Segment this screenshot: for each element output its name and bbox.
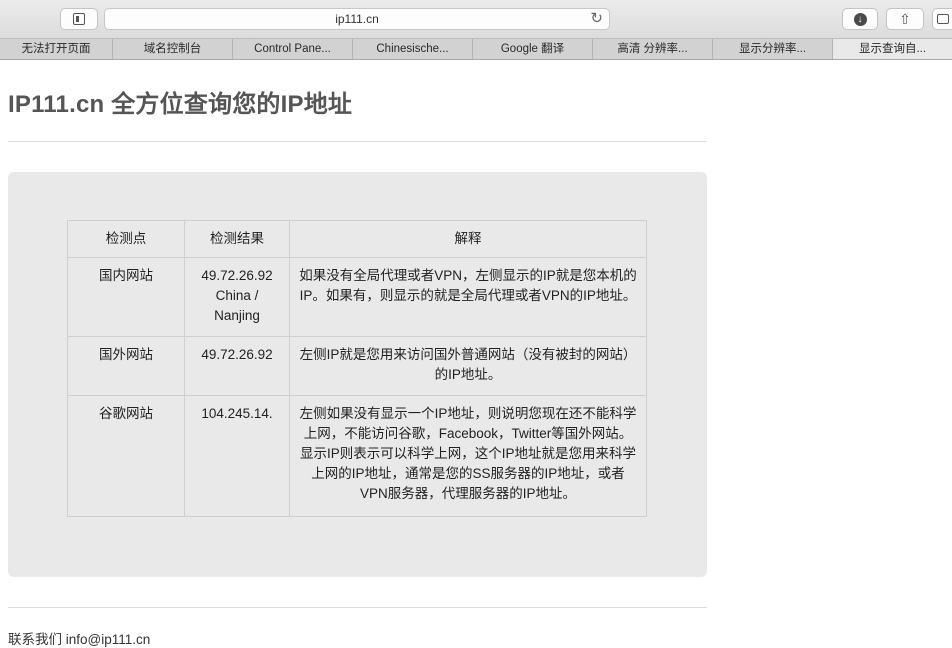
result-cell: 49.72.26.92 xyxy=(184,336,290,396)
checkpoint-cell: 谷歌网站 xyxy=(67,395,185,517)
page-title: IP111.cn 全方位查询您的IP地址 xyxy=(8,91,353,118)
address-bar[interactable]: ip111.cn ↻ xyxy=(104,8,610,30)
bookmark-item[interactable]: 显示查询自... xyxy=(833,39,952,59)
ip-address: 49.72.26.92 xyxy=(201,268,273,283)
ip-address: 104.245.14. xyxy=(201,406,273,421)
table-row: 谷歌网站 104.245.14. 左侧如果没有显示一个IP地址，则说明您现在还不… xyxy=(67,395,647,517)
show-tabs-button[interactable] xyxy=(932,8,952,30)
bookmarks-bar: 无法打开页面 域名控制台 Control Pane... Chinesische… xyxy=(0,38,952,60)
download-icon: ↓ xyxy=(853,12,867,26)
tabs-icon xyxy=(937,14,949,24)
bookmark-item[interactable]: 无法打开页面 xyxy=(0,39,113,59)
ip-results-table: 检测点 检测结果 解释 国内网站 49.72.26.92 China / Nan… xyxy=(67,220,647,517)
divider xyxy=(8,141,707,142)
table-header-row: 检测点 检测结果 解释 xyxy=(67,220,647,258)
explanation-cell: 左侧IP就是您用来访问国外普通网站（没有被封的网站）的IP地址。 xyxy=(289,336,647,396)
browser-toolbar: ip111.cn ↻ ↓ ⇧ xyxy=(0,0,952,38)
bookmark-item[interactable]: Chinesische... xyxy=(353,39,473,59)
share-icon: ⇧ xyxy=(899,10,911,27)
share-button[interactable]: ⇧ xyxy=(886,8,924,30)
checkpoint-cell: 国内网站 xyxy=(67,257,185,337)
downloads-button[interactable]: ↓ xyxy=(842,8,878,30)
sidebar-icon xyxy=(73,13,85,25)
footer-contact: 联系我们 info@ip111.cn xyxy=(8,632,151,647)
explanation-cell: 左侧如果没有显示一个IP地址，则说明您现在还不能科学上网，不能访问谷歌，Face… xyxy=(289,395,647,517)
bookmark-item[interactable]: Google 翻译 xyxy=(473,39,593,59)
bookmark-item[interactable]: 显示分辨率... xyxy=(713,39,833,59)
ip-location: China / Nanjing xyxy=(214,288,260,323)
explanation-cell: 如果没有全局代理或者VPN，左侧显示的IP就是您本机的IP。如果有，则显示的就是… xyxy=(289,257,647,337)
column-header-explanation: 解释 xyxy=(289,220,647,258)
result-cell: 104.245.14. xyxy=(184,395,290,517)
reload-icon[interactable]: ↻ xyxy=(590,10,603,28)
bookmark-item[interactable]: 高清 分辨率... xyxy=(593,39,713,59)
url-text: ip111.cn xyxy=(335,12,379,26)
column-header-result: 检测结果 xyxy=(184,220,290,258)
sidebar-toggle-button[interactable] xyxy=(60,8,98,30)
bookmark-item[interactable]: Control Pane... xyxy=(233,39,353,59)
ip-address: 49.72.26.92 xyxy=(201,347,273,362)
table-row: 国外网站 49.72.26.92 左侧IP就是您用来访问国外普通网站（没有被封的… xyxy=(67,336,647,396)
bookmark-item[interactable]: 域名控制台 xyxy=(113,39,233,59)
result-cell: 49.72.26.92 China / Nanjing xyxy=(184,257,290,337)
divider xyxy=(8,607,707,608)
checkpoint-cell: 国外网站 xyxy=(67,336,185,396)
table-row: 国内网站 49.72.26.92 China / Nanjing 如果没有全局代… xyxy=(67,257,647,337)
column-header-checkpoint: 检测点 xyxy=(67,220,185,258)
